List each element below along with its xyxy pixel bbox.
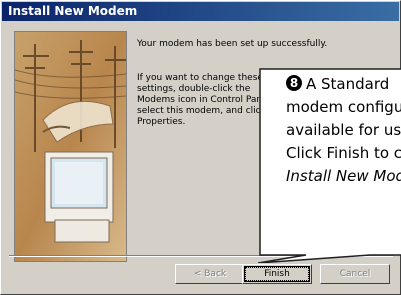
annotation-line-1: A Standard [306, 75, 390, 93]
annotation-line-5: Install New Modem [286, 167, 401, 185]
annotation-text: 8A Standard modem configuration is avail… [286, 73, 401, 243]
step-number: 8 [286, 75, 302, 91]
install-new-modem-dialog: Install New Modem Your modem has been se… [0, 0, 401, 295]
success-message: Your modem has been set up successfully. [137, 39, 328, 49]
window-title: Install New Modem [8, 4, 138, 18]
title-bar: Install New Modem [2, 2, 399, 21]
finish-button[interactable]: Finish [242, 264, 312, 284]
back-button[interactable]: < Back [175, 264, 245, 284]
wizard-illustration [14, 31, 127, 262]
annotation-line-3: available for use. [286, 121, 401, 139]
cancel-button[interactable]: Cancel [320, 264, 390, 284]
annotation-line-2: modem configuration is [286, 98, 401, 116]
annotation-line-4: Click Finish to close the [286, 144, 401, 162]
